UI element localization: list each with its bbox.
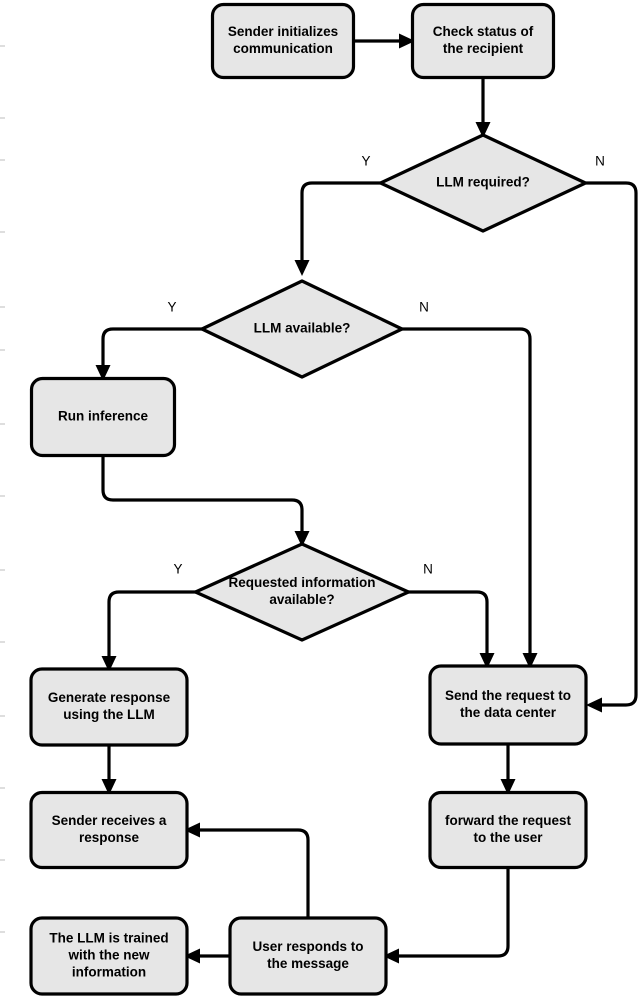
connector-llm_available-to-run_inference <box>95 327 202 381</box>
flowchart-svg: Sender initializes communication Check sta… <box>0 2 638 996</box>
node-label-line: Check status of <box>433 24 534 39</box>
edge-label-e5: Y <box>167 300 176 315</box>
node-label-line: Send the request to <box>445 688 571 703</box>
edge-label-e6: N <box>419 300 429 315</box>
edge-label-e4: N <box>595 154 605 169</box>
arrowhead-icon <box>586 697 602 713</box>
edge-label-layer: Y N Y N Y N <box>167 154 604 577</box>
node-label-line: the recipient <box>443 41 524 56</box>
connector-sender_init-to-check_status <box>355 33 415 49</box>
node-label-line: information <box>72 965 146 980</box>
node-run_inference[interactable]: Run inference <box>29 376 177 458</box>
connector-requested_info-to-generate_resp <box>101 590 196 672</box>
connector-run_inference-to-requested_info <box>101 456 310 547</box>
connector-line <box>107 590 196 660</box>
node-label-line: with the new <box>68 948 150 963</box>
connector-requested_info-to-send_request_dc <box>408 590 495 669</box>
node-label-line: Sender receives a <box>52 813 167 828</box>
node-label-line: using the LLM <box>63 707 155 722</box>
connector-line <box>101 456 304 535</box>
node-check_status[interactable]: Check status of the recipient <box>410 2 556 80</box>
node-sender_receives[interactable]: Sender receives a response <box>29 790 189 870</box>
node-requested_info[interactable]: Requested information available? <box>193 542 411 642</box>
connector-line <box>402 327 532 657</box>
node-label-line: response <box>79 830 140 845</box>
node-label-line: LLM available? <box>254 321 351 336</box>
edge-label-e9: N <box>423 562 433 577</box>
arrowhead-icon <box>294 260 310 276</box>
node-generate_resp[interactable]: Generate response using the LLM <box>29 667 189 747</box>
node-send_request_dc[interactable]: Send the request to the data center <box>428 664 588 746</box>
connector-line <box>408 590 489 657</box>
node-label-line: Sender initializes <box>228 24 338 39</box>
connector-line <box>196 828 310 918</box>
connector-generate_resp-to-sender_receives <box>101 745 117 795</box>
node-sender_init[interactable]: Sender initializes communication <box>210 2 356 80</box>
node-label-line: User responds to <box>252 939 363 954</box>
node-label-line: to the user <box>473 830 543 845</box>
connector-line <box>395 868 510 958</box>
node-label-line: Run inference <box>58 409 149 424</box>
connector-line <box>300 181 380 264</box>
connector-line <box>101 327 202 369</box>
node-label-line: Requested information <box>228 575 375 590</box>
margin-tick-group <box>0 45 5 933</box>
node-label-line: LLM required? <box>436 175 530 190</box>
node-label-line: forward the request <box>445 813 572 828</box>
edge-label-e8: Y <box>173 562 182 577</box>
connector-user_responds-to-sender_receives <box>184 822 310 918</box>
edge-label-e3: Y <box>361 154 370 169</box>
connector-llm_required-to-send_request_dc <box>586 181 638 713</box>
connector-line <box>586 181 638 707</box>
node-label-line: The LLM is trained <box>49 931 168 946</box>
node-label-line: the data center <box>460 705 557 720</box>
node-label-line: Generate response <box>48 690 171 705</box>
node-label-line: communication <box>233 41 333 56</box>
node-llm_available[interactable]: LLM available? <box>200 279 404 379</box>
connector-user_responds-to-llm_trained <box>184 948 230 964</box>
flowchart-canvas: Sender initializes communication Check sta… <box>0 0 640 997</box>
node-llm_required[interactable]: LLM required? <box>378 133 588 233</box>
node-user_responds[interactable]: User responds to the message <box>228 916 388 996</box>
connector-llm_available-to-send_request_dc <box>402 327 538 669</box>
node-label-line: available? <box>269 592 334 607</box>
node-forward_request[interactable]: forward the request to the user <box>428 790 588 870</box>
node-llm_trained[interactable]: The LLM is trained with the new informatio… <box>29 916 189 996</box>
connector-forward_request-to-user_responds <box>383 868 510 964</box>
connector-llm_required-to-llm_available <box>294 181 380 276</box>
connector-send_request_dc-to-forward_request <box>500 744 516 795</box>
connector-check_status-to-llm_required <box>475 79 491 138</box>
node-label-line: the message <box>267 956 349 971</box>
